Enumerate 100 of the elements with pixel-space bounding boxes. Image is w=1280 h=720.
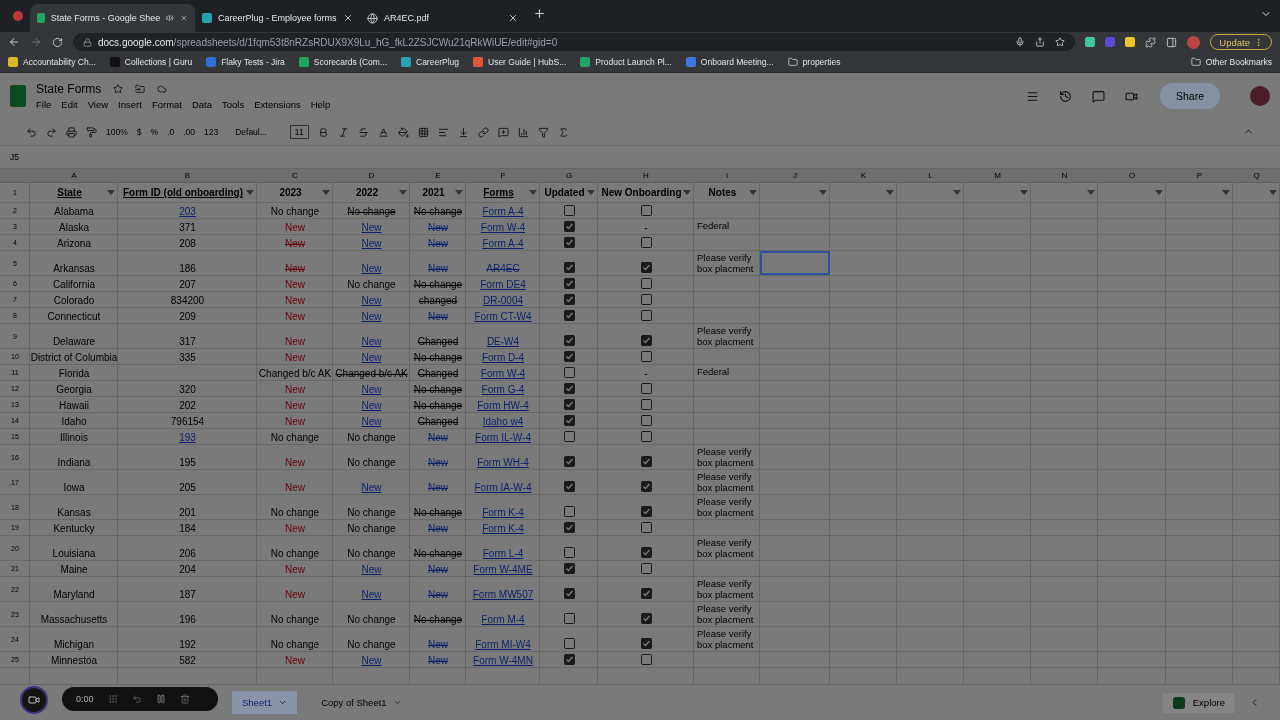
- link-text[interactable]: Form IL-W-4: [475, 432, 531, 443]
- link-text[interactable]: Form HW-4: [477, 400, 529, 411]
- link-text[interactable]: Form M-4: [481, 614, 525, 625]
- column-header[interactable]: D: [333, 169, 410, 182]
- link-text[interactable]: New: [428, 263, 448, 274]
- link-text[interactable]: New: [428, 589, 448, 600]
- checkbox[interactable]: [563, 506, 575, 517]
- history-icon[interactable]: [1058, 89, 1072, 103]
- bookmark[interactable]: Onboard Meeting...: [685, 57, 774, 67]
- bookmark[interactable]: User Guide | HubS...: [473, 57, 567, 67]
- number-format-button[interactable]: 123: [203, 127, 219, 137]
- filter-icon[interactable]: [399, 190, 407, 195]
- side-panel-icon[interactable]: [1166, 36, 1178, 48]
- link-text[interactable]: Form CT-W4: [474, 311, 532, 322]
- link-text[interactable]: Form A-4: [482, 206, 524, 217]
- decimal-increase-button[interactable]: .00: [183, 127, 195, 137]
- link-text[interactable]: 203: [179, 206, 196, 217]
- link-text[interactable]: New: [428, 457, 448, 468]
- checkbox[interactable]: [640, 613, 652, 624]
- checkbox[interactable]: [563, 654, 575, 665]
- column-header[interactable]: Q: [1233, 169, 1280, 182]
- column-header[interactable]: B: [118, 169, 257, 182]
- filter-icon[interactable]: [1155, 190, 1163, 195]
- menu-item[interactable]: Extensions: [254, 99, 301, 110]
- menu-item[interactable]: Data: [191, 99, 213, 110]
- link-text[interactable]: Form W-4: [480, 222, 526, 233]
- link-text[interactable]: New: [361, 589, 382, 600]
- address-bar[interactable]: docs.google.com/spreadsheets/d/1fqm53t8nRZsRDUX9X9Lu_hG_fkL2ZSJCWu21qRkWiUE/edit#gid=0: [73, 33, 1076, 51]
- checkbox[interactable]: [640, 638, 652, 649]
- currency-button[interactable]: $: [136, 127, 142, 137]
- paint-format-icon[interactable]: [86, 126, 97, 138]
- browser-tab[interactable]: CareerPlug - Employee forms: [195, 4, 360, 32]
- link-text[interactable]: New: [361, 311, 382, 322]
- checkbox[interactable]: [640, 335, 652, 346]
- link-text[interactable]: Form W-4: [480, 368, 526, 379]
- checkbox[interactable]: [563, 205, 575, 216]
- link-text[interactable]: Form G-4: [481, 384, 525, 395]
- menu-item[interactable]: View: [87, 99, 109, 110]
- close-icon[interactable]: [508, 13, 518, 23]
- checkbox[interactable]: [563, 294, 575, 305]
- checkbox[interactable]: [640, 506, 652, 517]
- filter-icon[interactable]: [749, 190, 757, 195]
- grip-icon[interactable]: [107, 694, 118, 704]
- filter-icon[interactable]: [886, 190, 894, 195]
- link-text[interactable]: Form A-4: [482, 238, 524, 249]
- column-header[interactable]: C: [257, 169, 333, 182]
- print-icon[interactable]: [66, 126, 77, 138]
- bookmark[interactable]: Accountability Ch...: [8, 57, 96, 67]
- menu-item[interactable]: Help: [310, 99, 331, 110]
- checkbox[interactable]: [640, 310, 652, 321]
- percent-button[interactable]: %: [150, 127, 159, 137]
- link-text[interactable]: Form IA-W-4: [474, 482, 532, 493]
- checkbox[interactable]: [563, 613, 575, 624]
- filter-icon[interactable]: [1020, 190, 1028, 195]
- checkbox[interactable]: [563, 399, 575, 410]
- bookmark[interactable]: Product Launch Pl...: [580, 57, 672, 67]
- explore-button[interactable]: Explore: [1162, 692, 1235, 713]
- link-text[interactable]: Form W-4ME: [473, 564, 533, 575]
- share-button[interactable]: Share: [1159, 83, 1220, 109]
- bookmark-folder[interactable]: Other Bookmarks: [1190, 57, 1272, 67]
- filter-icon[interactable]: [683, 190, 691, 195]
- link-text[interactable]: Form W-4MN: [473, 655, 533, 666]
- microphone-icon[interactable]: [1015, 37, 1026, 47]
- checkbox[interactable]: [563, 431, 575, 442]
- link-text[interactable]: Form MW507: [472, 589, 534, 600]
- trash-icon[interactable]: [179, 694, 190, 704]
- bookmark[interactable]: Collections | Guru: [109, 57, 193, 67]
- avatar[interactable]: [1187, 35, 1201, 49]
- checkbox[interactable]: [640, 431, 652, 442]
- redo-icon[interactable]: [46, 126, 57, 138]
- menu-item[interactable]: File: [36, 99, 52, 110]
- checkbox[interactable]: [640, 481, 652, 492]
- checkbox[interactable]: [563, 383, 575, 394]
- document-title[interactable]: State Forms: [36, 82, 102, 96]
- avatar[interactable]: [1250, 86, 1270, 106]
- back-icon[interactable]: [8, 36, 20, 48]
- menu-item[interactable]: Tools: [222, 99, 245, 110]
- checkbox[interactable]: [640, 278, 652, 289]
- comment-icon[interactable]: [497, 126, 509, 138]
- column-header[interactable]: E: [410, 169, 466, 182]
- column-header[interactable]: G: [540, 169, 598, 182]
- link-text[interactable]: New: [361, 336, 382, 347]
- align-icon[interactable]: [437, 126, 449, 138]
- sheet-tab[interactable]: Copy of Sheet1: [311, 691, 412, 714]
- checkbox[interactable]: [563, 335, 575, 346]
- italic-icon[interactable]: [337, 126, 349, 138]
- link-text[interactable]: New: [361, 400, 382, 411]
- checkbox[interactable]: [563, 563, 575, 574]
- checkbox[interactable]: [563, 638, 575, 649]
- link-text[interactable]: New: [428, 432, 448, 443]
- cloud-icon[interactable]: [157, 84, 168, 94]
- bookmark[interactable]: Scorecards (Com...: [298, 57, 387, 67]
- comment-icon[interactable]: [1091, 89, 1105, 103]
- bold-icon[interactable]: [317, 126, 329, 138]
- bookmark[interactable]: Flaky Tests - Jira: [206, 57, 285, 67]
- checkbox[interactable]: [563, 522, 575, 533]
- undo-icon[interactable]: [131, 694, 142, 704]
- link-icon[interactable]: [477, 126, 489, 138]
- link-text[interactable]: New: [361, 263, 382, 274]
- close-icon[interactable]: [343, 13, 353, 23]
